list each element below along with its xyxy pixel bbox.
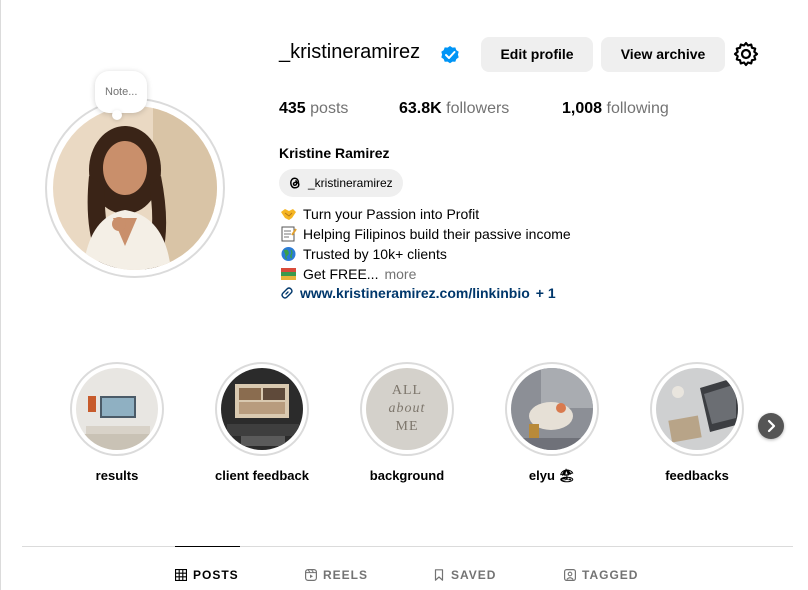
highlight-results[interactable]: results [70,362,164,483]
chevron-right-icon [767,419,776,433]
books-emoji-icon [281,268,296,280]
page-left-border [0,0,1,590]
following-label: following [606,100,669,117]
bio-link[interactable]: www.kristineramirez.com/linkinbio + 1 [280,285,556,301]
following-stat[interactable]: 1,008 following [562,100,669,118]
bio-line: Helping Filipinos build their passive in… [280,226,571,242]
bio-line: Turn your Passion into Profit [280,206,479,222]
posts-stat: 435 posts [279,100,348,118]
highlight-label: elyu 🏖 [528,468,576,483]
avatar[interactable] [53,106,217,270]
tab-label: REELS [323,568,369,582]
memo-emoji-icon [281,226,297,242]
reels-icon [305,569,317,581]
highlight-label: client feedback [215,468,309,483]
highlight-elyu[interactable]: elyu 🏖 [505,362,599,483]
highlight-cover [656,368,738,450]
grid-icon [175,569,187,581]
posts-count: 435 [279,100,306,117]
link-icon [281,287,293,299]
bookmark-icon [434,569,444,581]
all-about-me-text: ME [395,419,419,434]
bio-link-text: www.kristineramirez.com/linkinbio [300,285,530,301]
view-archive-button[interactable]: View archive [601,37,725,72]
bio-line: Trusted by 10k+ clients [280,246,447,262]
bio-text-1: Turn your Passion into Profit [303,206,480,222]
all-about-me-text: about [388,401,426,416]
bio-line: Get FREE... more [280,266,416,282]
highlights-next-button[interactable] [758,413,784,439]
followers-count: 63.8K [399,100,442,117]
tab-label: POSTS [193,568,239,582]
followers-stat[interactable]: 63.8K followers [399,100,509,118]
verified-badge-icon [441,46,459,64]
profile-avatar-ring[interactable] [45,98,225,278]
bio-more-link[interactable]: more [384,266,416,282]
globe-emoji-icon [281,247,296,261]
tab-saved[interactable]: SAVED [433,568,496,582]
tabs-divider [22,546,793,547]
threads-handle: _kristineramirez [308,176,393,190]
bio-text-4: Get FREE... [303,266,379,282]
highlight-client-feedback[interactable]: client feedback [215,362,309,483]
following-count: 1,008 [562,100,603,117]
note-bubble[interactable]: Note... [95,71,148,113]
highlight-background[interactable]: ALL about ME background [360,362,454,483]
highlight-label: background [369,468,445,483]
tab-label: SAVED [451,568,497,582]
full-name: Kristine Ramirez [279,145,390,161]
posts-label: posts [310,100,349,117]
active-tab-indicator [175,546,240,547]
highlight-label: feedbacks [665,468,729,483]
threads-link-pill[interactable]: _kristineramirez [279,169,403,197]
bio-link-extra: + 1 [535,285,556,301]
tagged-person-icon [564,569,576,581]
username: _kristineramirez [279,41,421,63]
highlight-cover: ALL about ME [366,368,448,450]
note-bubble-tail [112,110,122,120]
settings-gear-icon[interactable] [733,41,759,67]
tab-reels[interactable]: REELS [305,568,368,582]
tab-tagged[interactable]: TAGGED [564,568,638,582]
bio-text-3: Trusted by 10k+ clients [303,246,447,262]
all-about-me-text: ALL [391,383,423,398]
threads-icon [290,177,300,189]
highlight-feedbacks[interactable]: feedbacks [650,362,744,483]
handshake-emoji-icon [281,209,296,220]
edit-profile-button[interactable]: Edit profile [481,37,593,72]
highlight-cover [221,368,303,450]
followers-label: followers [446,100,510,117]
highlight-cover [511,368,593,450]
tab-posts[interactable]: POSTS [175,568,239,582]
note-placeholder: Note... [105,86,138,98]
tab-label: TAGGED [582,568,639,582]
bio-text-2: Helping Filipinos build their passive in… [303,226,571,242]
highlight-cover [76,368,158,450]
highlight-label: results [95,468,139,483]
